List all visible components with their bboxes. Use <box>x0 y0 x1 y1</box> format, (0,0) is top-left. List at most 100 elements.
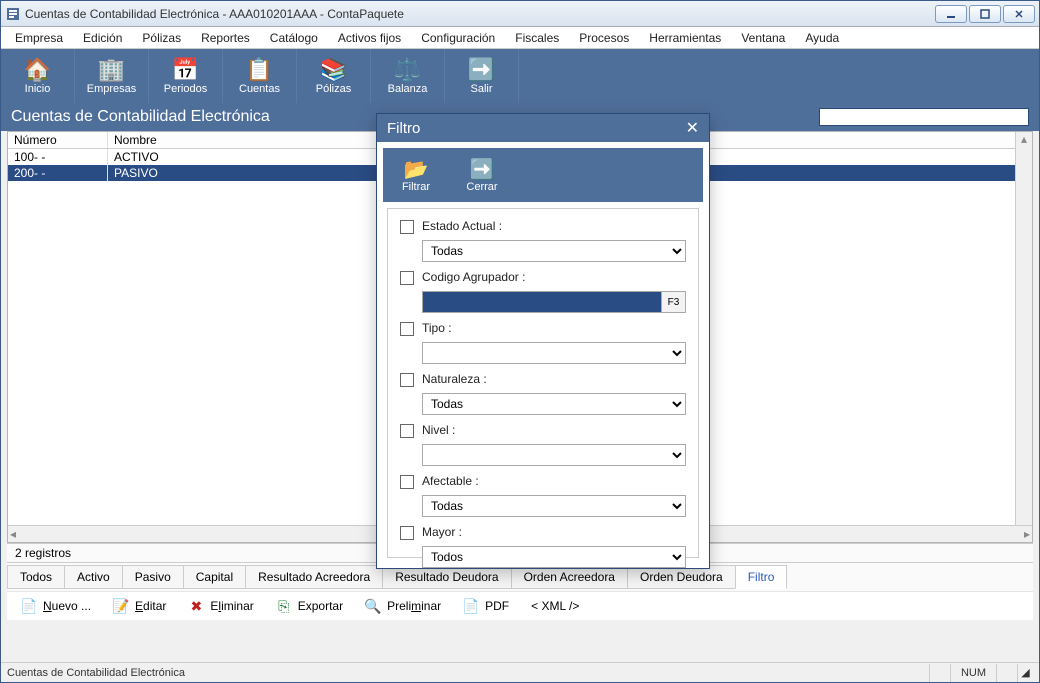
action-preliminar[interactable]: 🔍 Preliminar <box>365 598 441 614</box>
label-codigo: Codigo Agrupador : <box>422 270 686 284</box>
label-estado: Estado Actual : <box>422 219 686 233</box>
menu-polizas[interactable]: Pólizas <box>134 29 189 47</box>
toolbar-polizas[interactable]: 📚 Pólizas <box>297 49 371 103</box>
checkbox-estado[interactable] <box>400 220 414 234</box>
checkbox-mayor[interactable] <box>400 526 414 540</box>
folder-icon: 📂 <box>404 157 429 181</box>
f3-button[interactable]: F3 <box>662 291 686 313</box>
action-xml[interactable]: < XML /> <box>531 599 579 613</box>
menu-edicion[interactable]: Edición <box>75 29 130 47</box>
label-mayor: Mayor : <box>422 525 686 539</box>
checkbox-afectable[interactable] <box>400 475 414 489</box>
input-codigo[interactable] <box>422 291 662 313</box>
toolbar-label: Filtrar <box>402 181 430 193</box>
field-codigo: Codigo Agrupador : F3 <box>400 270 686 313</box>
tab-pasivo[interactable]: Pasivo <box>122 565 184 589</box>
toolbar-cuentas[interactable]: 📋 Cuentas <box>223 49 297 103</box>
menu-procesos[interactable]: Procesos <box>571 29 637 47</box>
field-tipo: Tipo : <box>400 321 686 364</box>
tab-capital[interactable]: Capital <box>183 565 246 589</box>
status-cell <box>929 664 950 682</box>
cell-numero: 100- - <box>8 149 108 165</box>
vertical-scrollbar[interactable]: ▴ <box>1015 132 1032 525</box>
tab-filtro[interactable]: Filtro <box>735 565 788 589</box>
checkbox-nivel[interactable] <box>400 424 414 438</box>
tab-resultado-acreedora[interactable]: Resultado Acreedora <box>245 565 383 589</box>
close-button[interactable] <box>1003 5 1035 23</box>
toolbar-salir[interactable]: ➡️ Salir <box>445 49 519 103</box>
app-icon <box>5 6 21 22</box>
resize-grip[interactable]: ◢ <box>1017 664 1033 682</box>
filter-dialog: Filtro ✕ 📂 Filtrar ➡️ Cerrar Estado Actu… <box>376 113 710 569</box>
toolbar-balanza[interactable]: ⚖️ Balanza <box>371 49 445 103</box>
exit-icon: ➡️ <box>468 57 495 83</box>
checkbox-tipo[interactable] <box>400 322 414 336</box>
tab-activo[interactable]: Activo <box>64 565 123 589</box>
new-icon: 📄 <box>21 598 37 614</box>
select-nivel[interactable] <box>422 444 686 466</box>
pdf-icon: 📄 <box>463 598 479 614</box>
tab-todos[interactable]: Todos <box>7 565 65 589</box>
label-afectable: Afectable : <box>422 474 686 488</box>
scales-icon: ⚖️ <box>394 57 421 83</box>
menu-configuracion[interactable]: Configuración <box>413 29 503 47</box>
action-eliminar[interactable]: ✖ Eliminar <box>188 598 253 614</box>
checkbox-codigo[interactable] <box>400 271 414 285</box>
status-bar: Cuentas de Contabilidad Electrónica NUM … <box>1 662 1039 682</box>
checkbox-naturaleza[interactable] <box>400 373 414 387</box>
toolbar-label: Cuentas <box>239 83 280 95</box>
books-icon: 📚 <box>320 57 347 83</box>
field-mayor: Mayor : Todos <box>400 525 686 568</box>
dialog-cerrar-button[interactable]: ➡️ Cerrar <box>449 148 515 202</box>
menu-reportes[interactable]: Reportes <box>193 29 258 47</box>
search-input[interactable] <box>819 108 1029 126</box>
edit-icon: 📝 <box>113 598 129 614</box>
window-controls <box>935 5 1035 23</box>
label-naturaleza: Naturaleza : <box>422 372 686 386</box>
action-exportar[interactable]: ⎘ Exportar <box>276 598 343 614</box>
toolbar-inicio[interactable]: 🏠 Inicio <box>1 49 75 103</box>
action-label: Exportar <box>298 599 343 613</box>
toolbar-label: Periodos <box>164 83 207 95</box>
dialog-titlebar[interactable]: Filtro ✕ <box>377 114 709 142</box>
maximize-button[interactable] <box>969 5 1001 23</box>
action-editar[interactable]: 📝 Editar <box>113 598 166 614</box>
status-text: Cuentas de Contabilidad Electrónica <box>7 667 185 679</box>
toolbar-label: Balanza <box>388 83 428 95</box>
select-naturaleza[interactable]: Todas <box>422 393 686 415</box>
menu-catalogo[interactable]: Catálogo <box>262 29 326 47</box>
toolbar-label: Empresas <box>87 83 137 95</box>
menu-ayuda[interactable]: Ayuda <box>797 29 847 47</box>
select-mayor[interactable]: Todos <box>422 546 686 568</box>
menubar: Empresa Edición Pólizas Reportes Catálog… <box>1 27 1039 49</box>
select-tipo[interactable] <box>422 342 686 364</box>
dialog-toolbar: 📂 Filtrar ➡️ Cerrar <box>383 148 703 202</box>
field-naturaleza: Naturaleza : Todas <box>400 372 686 415</box>
menu-empresa[interactable]: Empresa <box>7 29 71 47</box>
section-title: Cuentas de Contabilidad Electrónica <box>11 108 270 126</box>
dialog-close-icon[interactable]: ✕ <box>686 118 699 138</box>
select-estado[interactable]: Todas <box>422 240 686 262</box>
select-afectable[interactable]: Todas <box>422 495 686 517</box>
status-num: NUM <box>950 664 996 682</box>
preview-icon: 🔍 <box>365 598 381 614</box>
toolbar-label: Pólizas <box>316 83 351 95</box>
titlebar: Cuentas de Contabilidad Electrónica - AA… <box>1 1 1039 27</box>
action-pdf[interactable]: 📄 PDF <box>463 598 509 614</box>
calendar-icon: 📅 <box>172 57 199 83</box>
menu-ventana[interactable]: Ventana <box>733 29 793 47</box>
toolbar-label: Inicio <box>25 83 51 95</box>
toolbar-empresas[interactable]: 🏢 Empresas <box>75 49 149 103</box>
minimize-button[interactable] <box>935 5 967 23</box>
menu-herramientas[interactable]: Herramientas <box>641 29 729 47</box>
field-estado: Estado Actual : Todas <box>400 219 686 262</box>
action-bar: 📄 Nuevo ... 📝 Editar ✖ Eliminar ⎘ Export… <box>7 591 1033 620</box>
toolbar-periodos[interactable]: 📅 Periodos <box>149 49 223 103</box>
dialog-body: Estado Actual : Todas Codigo Agrupador :… <box>387 208 699 558</box>
toolbar-label: Cerrar <box>466 181 497 193</box>
col-numero[interactable]: Número <box>8 132 108 148</box>
menu-fiscales[interactable]: Fiscales <box>507 29 567 47</box>
action-nuevo[interactable]: 📄 Nuevo ... <box>21 598 91 614</box>
dialog-filtrar-button[interactable]: 📂 Filtrar <box>383 148 449 202</box>
menu-activos-fijos[interactable]: Activos fijos <box>330 29 409 47</box>
